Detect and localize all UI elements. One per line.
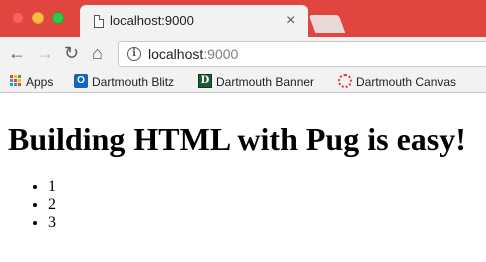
tab-title: localhost:9000 (110, 13, 194, 28)
window-maximize-button[interactable] (52, 12, 64, 24)
page-heading: Building HTML with Pug is easy! (8, 121, 466, 157)
bookmark-apps[interactable]: Apps (10, 74, 53, 90)
canvas-icon (338, 73, 352, 88)
back-arrow-icon[interactable]: ← (8, 42, 26, 64)
address-bar[interactable]: i localhost:9000 (118, 41, 486, 67)
bookmark-dartmouth-banner[interactable]: D Dartmouth Banner (198, 73, 315, 90)
outlook-icon: O (74, 73, 88, 88)
reload-icon[interactable]: ↻ (64, 42, 79, 64)
bookmark-label: Dartmouth Banner (216, 74, 315, 89)
list-item: 1 (48, 178, 56, 196)
bookmark-label: Dartmouth Blitz (92, 74, 175, 89)
bookmark-label: Dartmouth Canvas (356, 74, 457, 89)
apps-grid-dot (14, 75, 17, 79)
tab-localhost[interactable]: localhost:9000 × (80, 5, 308, 37)
url-port: :9000 (203, 46, 239, 62)
bookmark-dartmouth-blitz[interactable]: O Dartmouth Blitz (74, 73, 175, 90)
apps-grid-dot (10, 79, 13, 83)
list-item: 2 (48, 196, 56, 214)
info-icon[interactable]: i (127, 47, 141, 61)
list-item: 3 (48, 214, 56, 232)
browser-toolbar: ← → ↻ ⌂ i localhost:9000 (0, 37, 486, 71)
bookmark-dartmouth-canvas[interactable]: Dartmouth Canvas (338, 73, 457, 90)
number-list: 1 2 3 (0, 178, 56, 232)
apps-grid-icon (10, 75, 21, 87)
apps-grid-dot (18, 79, 21, 83)
tab-strip: localhost:9000 × (0, 0, 486, 37)
apps-grid-dot (18, 75, 21, 79)
apps-grid-dot (10, 83, 13, 87)
url-text[interactable]: localhost:9000 (148, 46, 238, 62)
apps-grid-dot (10, 75, 13, 79)
apps-grid-dot (14, 83, 17, 87)
bookmark-label: Apps (26, 74, 54, 89)
window-close-button[interactable] (12, 12, 24, 24)
url-host: localhost (148, 46, 204, 62)
new-tab-button[interactable] (308, 15, 346, 33)
apps-grid-dot (18, 83, 21, 87)
apps-grid-dot (14, 79, 17, 83)
tab-close-icon[interactable]: × (286, 11, 295, 31)
bookmarks-bar: Apps O Dartmouth Blitz D Dartmouth Banner … (0, 71, 486, 93)
document-icon (94, 15, 104, 28)
browser-window: localhost:9000 × ← → ↻ ⌂ i localhost:900… (0, 0, 486, 262)
home-icon[interactable]: ⌂ (92, 42, 103, 64)
page-content: Building HTML with Pug is easy! 1 2 3 (0, 94, 486, 262)
forward-arrow-icon[interactable]: → (36, 42, 54, 64)
window-minimize-button[interactable] (32, 12, 44, 24)
banner-d-icon: D (198, 73, 212, 88)
